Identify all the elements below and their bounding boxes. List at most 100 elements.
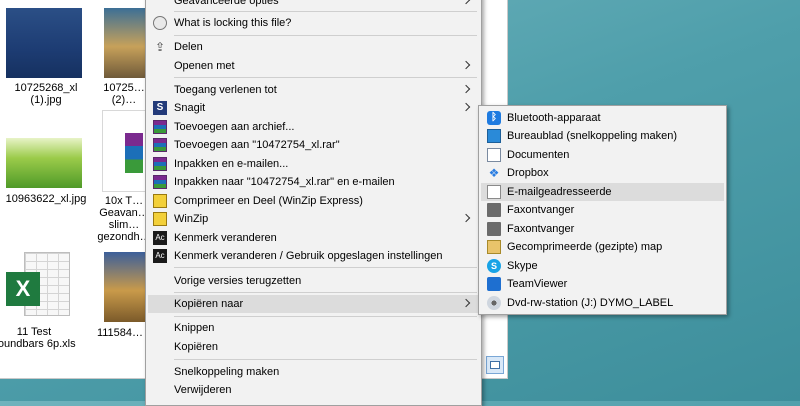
submenu-item-fax-recipient[interactable]: Faxontvanger: [481, 201, 724, 219]
winzip-icon: [153, 194, 167, 208]
chevron-right-icon: [461, 0, 471, 5]
submenu-item-teamviewer[interactable]: TeamViewer: [481, 275, 724, 293]
submenu-item-fax-recipient[interactable]: Faxontvanger: [481, 220, 724, 238]
menu-item-change-attribute-saved[interactable]: Ac Kenmerk veranderen / Gebruik opgeslag…: [148, 247, 479, 265]
menu-separator: [174, 316, 477, 317]
submenu-item-skype[interactable]: S Skype: [481, 257, 724, 275]
menu-item-label: Kenmerk veranderen / Gebruik opgeslagen …: [174, 250, 443, 262]
teamviewer-icon: [487, 277, 501, 291]
winrar-icon: [153, 175, 167, 189]
menu-item-cut[interactable]: Knippen: [148, 319, 479, 337]
skype-icon: S: [487, 259, 501, 273]
menu-item-label: Inpakken naar "10472754_xl.rar" en e-mai…: [174, 176, 395, 188]
menu-separator: [174, 11, 477, 12]
photo-thumbnail: [6, 8, 82, 78]
menu-item-add-to-rar[interactable]: Toevoegen aan "10472754_xl.rar": [148, 136, 479, 154]
menu-item-compress-to-rar-and-email[interactable]: Inpakken naar "10472754_xl.rar" en e-mai…: [148, 173, 479, 191]
menu-item-label: Toegang verlenen tot: [174, 84, 277, 96]
submenu-item-dropbox[interactable]: ❖ Dropbox: [481, 164, 724, 182]
menu-item-label: Knippen: [174, 322, 215, 334]
photo-thumbnail: [104, 252, 146, 322]
menu-item-winzip[interactable]: WinZip: [148, 210, 479, 228]
menu-separator: [174, 35, 477, 36]
chevron-right-icon: [461, 298, 471, 308]
mail-recipient-icon: [487, 185, 501, 199]
menu-item-copy-to[interactable]: Kopiëren naar: [148, 295, 479, 313]
file-name: 11 Test soundbars 6p.xls: [0, 326, 76, 350]
menu-item-advanced-options[interactable]: Geavanceerde opties: [148, 0, 479, 10]
dropbox-icon: ❖: [488, 166, 500, 180]
photo-thumbnail: [104, 8, 146, 78]
context-menu: Geavanceerde opties What is locking this…: [145, 0, 482, 406]
submenu-item-label: TeamViewer: [507, 278, 568, 290]
menu-separator: [174, 267, 477, 268]
documents-icon: [487, 148, 501, 162]
chevron-right-icon: [461, 60, 471, 70]
submenu-item-label: Dvd-rw-station (J:) DYMO_LABEL: [507, 297, 674, 309]
zip-folder-icon: [487, 240, 501, 254]
menu-item-compress-and-email[interactable]: Inpakken en e-mailen...: [148, 155, 479, 173]
copy-to-submenu: ᛒ Bluetooth-apparaat Bureaublad (snelkop…: [478, 105, 727, 315]
menu-separator: [174, 292, 477, 293]
menu-item-label: What is locking this file?: [174, 17, 292, 29]
menu-item-label: Snagit: [174, 102, 206, 114]
submenu-item-dvd-drive[interactable]: Dvd-rw-station (J:) DYMO_LABEL: [481, 294, 724, 312]
menu-item-label: Vorige versies terugzetten: [174, 275, 302, 287]
photo-thumbnail: [6, 138, 82, 188]
menu-item-label: WinZip: [174, 213, 209, 225]
winzip-icon: [153, 212, 167, 226]
attribute-changer-icon: Ac: [153, 231, 167, 245]
submenu-item-label: Dropbox: [507, 167, 549, 179]
menu-item-open-with[interactable]: Openen met: [148, 57, 479, 75]
chevron-right-icon: [461, 213, 471, 223]
menu-item-label: Geavanceerde opties: [174, 0, 279, 7]
menu-item-restore-previous-versions[interactable]: Vorige versies terugzetten: [148, 272, 479, 290]
desktop-icon: [487, 129, 501, 143]
submenu-item-label: Documenten: [507, 149, 570, 161]
menu-item-label: Delen: [174, 41, 203, 53]
menu-item-copy[interactable]: Kopiëren: [148, 338, 479, 356]
submenu-item-mail-recipient[interactable]: E-mailgeadresseerde: [481, 183, 724, 201]
menu-item-label: Inpakken en e-mailen...: [174, 158, 289, 170]
menu-item-snagit[interactable]: S Snagit: [148, 99, 479, 117]
bluetooth-icon: ᛒ: [487, 111, 501, 125]
large-icons-view-toggle[interactable]: [486, 356, 504, 374]
menu-item-label: Openen met: [174, 60, 235, 72]
menu-item-delete[interactable]: Verwijderen: [148, 381, 479, 399]
submenu-item-label: E-mailgeadresseerde: [507, 186, 612, 198]
menu-item-winzip-express[interactable]: Comprimeer en Deel (WinZip Express): [148, 192, 479, 210]
submenu-item-label: Skype: [507, 260, 538, 272]
submenu-item-label: Faxontvanger: [507, 223, 575, 235]
menu-item-share[interactable]: ⇪ Delen: [148, 38, 479, 56]
menu-item-create-shortcut[interactable]: Snelkoppeling maken: [148, 363, 479, 381]
menu-item-label: Toevoegen aan archief...: [174, 121, 295, 133]
menu-item-give-access[interactable]: Toegang verlenen tot: [148, 81, 479, 99]
menu-item-add-to-archive[interactable]: Toevoegen aan archief...: [148, 118, 479, 136]
dvd-drive-icon: [487, 296, 501, 310]
menu-separator: [174, 77, 477, 78]
submenu-item-zip-folder[interactable]: Gecomprimeerde (gezipte) map: [481, 238, 724, 256]
submenu-item-bluetooth[interactable]: ᛒ Bluetooth-apparaat: [481, 109, 724, 127]
menu-separator: [174, 359, 477, 360]
submenu-item-label: Faxontvanger: [507, 204, 575, 216]
winrar-icon: [153, 157, 167, 171]
menu-item-label: Kopiëren: [174, 341, 219, 353]
menu-item-what-is-locking[interactable]: What is locking this file?: [148, 14, 479, 32]
menu-item-label: Kenmerk veranderen: [174, 232, 277, 244]
winrar-icon: [153, 120, 167, 134]
menu-item-label: Kopiëren naar: [174, 298, 244, 310]
share-icon: ⇪: [154, 40, 166, 54]
file-name: 111584…: [96, 327, 144, 339]
submenu-item-documents[interactable]: Documenten: [481, 146, 724, 164]
winrar-icon: [153, 138, 167, 152]
archive-file-icon: [102, 110, 146, 192]
attribute-changer-icon: Ac: [153, 249, 167, 263]
menu-item-label: Verwijderen: [174, 384, 232, 396]
menu-item-change-attribute[interactable]: Ac Kenmerk veranderen: [148, 229, 479, 247]
menu-item-label: Comprimeer en Deel (WinZip Express): [174, 195, 363, 207]
fax-icon: [487, 222, 501, 236]
menu-item-label: Snelkoppeling maken: [174, 366, 280, 378]
snagit-icon: S: [153, 101, 167, 115]
menu-item-label: Toevoegen aan "10472754_xl.rar": [174, 139, 340, 151]
submenu-item-desktop[interactable]: Bureaublad (snelkoppeling maken): [481, 127, 724, 145]
